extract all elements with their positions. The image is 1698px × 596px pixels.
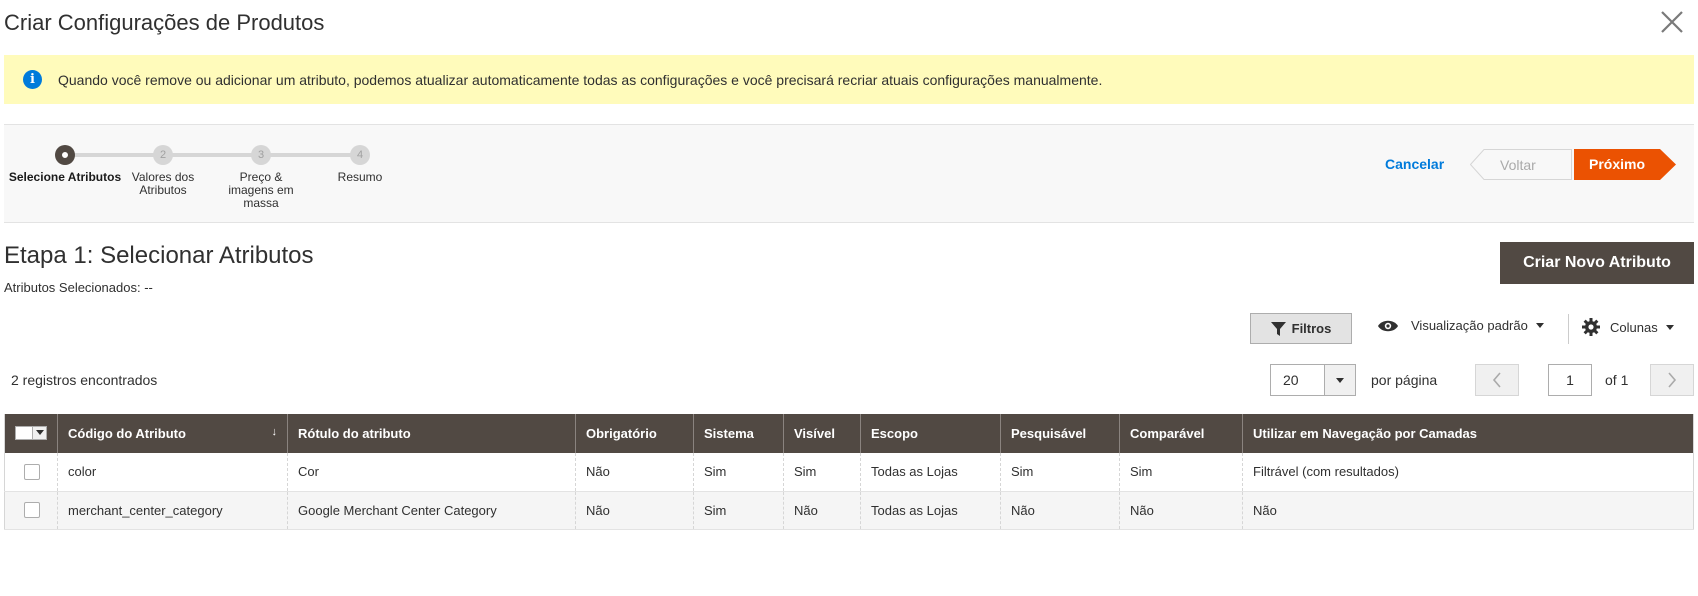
mass-select-header[interactable] [4, 414, 58, 453]
table-cell: Não [1242, 491, 1694, 529]
sort-arrow-icon: ↓ [271, 426, 278, 438]
column-header-attribute-label[interactable]: Rótulo do atributo [287, 414, 576, 453]
table-cell: Todas as Lojas [860, 491, 1001, 529]
close-icon[interactable] [1658, 8, 1686, 36]
per-page-dropdown-toggle[interactable] [1323, 365, 1355, 395]
table-cell: Não [575, 453, 694, 491]
chevron-down-icon [1535, 323, 1544, 328]
page-total: of 1 [1605, 372, 1629, 388]
next-label: Próximo [1589, 156, 1646, 172]
notice-text: Quando você remove ou adicionar um atrib… [58, 71, 1103, 88]
step-dot-active [55, 145, 75, 165]
step-title: Etapa 1: Selecionar Atributos [4, 242, 314, 269]
chevron-right-icon [1668, 372, 1677, 388]
attributes-grid: Código do Atributo ↓ Rótulo do atributo O… [4, 414, 1694, 530]
mass-select-dropdown[interactable] [32, 426, 46, 439]
table-cell: Sim [1000, 453, 1120, 491]
step-dot: 2 [153, 145, 173, 165]
table-cell: Sim [783, 453, 861, 491]
chevron-down-icon [1665, 324, 1674, 330]
row-checkbox-cell[interactable] [4, 453, 58, 491]
table-cell: Sim [1119, 453, 1243, 491]
table-cell: Google Merchant Center Category [287, 491, 576, 529]
row-checkbox-cell[interactable] [4, 491, 58, 529]
table-cell: Não [1000, 491, 1120, 529]
column-label: Código do Atributo [68, 426, 186, 441]
step-dot: 4 [350, 145, 370, 165]
column-header-system[interactable]: Sistema [693, 414, 784, 453]
eye-icon [1378, 320, 1398, 331]
table-cell: merchant_center_category [57, 491, 288, 529]
table-cell: color [57, 453, 288, 491]
column-header-comparable[interactable]: Comparável [1119, 414, 1243, 453]
row-checkbox[interactable] [24, 464, 40, 481]
column-header-scope[interactable]: Escopo [860, 414, 1001, 453]
chevron-left-icon [1492, 372, 1501, 388]
back-button[interactable]: Voltar [1470, 149, 1572, 180]
info-icon: i [23, 70, 42, 89]
step-dot: 3 [251, 145, 271, 165]
table-cell: Sim [693, 453, 784, 491]
wizard-step-4[interactable]: 4 Resumo [300, 145, 420, 184]
next-button[interactable]: Próximo [1574, 149, 1676, 180]
column-header-layered-navigation[interactable]: Utilizar em Navegação por Camadas [1242, 414, 1694, 453]
table-cell: Cor [287, 453, 576, 491]
previous-page-button[interactable] [1475, 364, 1519, 396]
columns-control[interactable]: Colunas [1582, 318, 1674, 336]
grid-header-row: Código do Atributo ↓ Rótulo do atributo O… [4, 414, 1694, 453]
cancel-button[interactable]: Cancelar [1385, 156, 1444, 172]
next-page-button[interactable] [1650, 364, 1694, 396]
table-cell: Não [1119, 491, 1243, 529]
filter-icon [1270, 321, 1286, 336]
table-row[interactable]: color Cor Não Sim Sim Todas as Lojas Sim… [4, 453, 1694, 491]
table-cell: Todas as Lojas [860, 453, 1001, 491]
page-number-input[interactable]: 1 [1548, 364, 1592, 396]
per-page-value: 20 [1283, 372, 1299, 388]
table-cell: Não [575, 491, 694, 529]
step-label: Resumo [337, 170, 383, 184]
column-header-searchable[interactable]: Pesquisável [1000, 414, 1120, 453]
column-header-visible[interactable]: Visível [783, 414, 861, 453]
gear-icon [1582, 318, 1600, 336]
records-found: 2 registros encontrados [11, 372, 158, 388]
view-label: Visualização padrão [1411, 318, 1528, 333]
row-checkbox[interactable] [24, 502, 40, 519]
modal-title: Criar Configurações de Produtos [4, 10, 325, 35]
column-header-attribute-code[interactable]: Código do Atributo ↓ [57, 414, 288, 453]
filters-label: Filtros [1291, 321, 1332, 336]
table-row[interactable]: merchant_center_category Google Merchant… [4, 491, 1694, 529]
table-cell: Não [783, 491, 861, 529]
view-switcher[interactable]: Visualização padrão [1377, 318, 1544, 333]
create-new-attribute-button[interactable]: Criar Novo Atributo [1500, 242, 1694, 284]
table-cell: Sim [693, 491, 784, 529]
notice-message: i Quando você remove ou adicionar um atr… [4, 55, 1694, 104]
wizard-steps-bar: Selecione Atributos 2 Valores dos Atribu… [4, 124, 1694, 223]
chevron-down-icon [1335, 377, 1344, 383]
mass-select-control[interactable] [15, 425, 47, 440]
filters-button[interactable]: Filtros [1250, 313, 1352, 344]
chevron-down-icon [35, 430, 44, 435]
per-page-label: por página [1371, 372, 1438, 388]
mass-select-checkbox[interactable] [16, 426, 32, 439]
table-cell: Filtrável (com resultados) [1242, 453, 1694, 491]
column-header-required[interactable]: Obrigatório [575, 414, 694, 453]
per-page-select[interactable]: 20 [1270, 364, 1356, 396]
selected-attributes-info: Atributos Selecionados: -- [4, 280, 153, 295]
columns-label: Colunas [1610, 319, 1658, 335]
back-label: Voltar [1500, 157, 1536, 173]
toolbar-divider [1568, 314, 1569, 344]
